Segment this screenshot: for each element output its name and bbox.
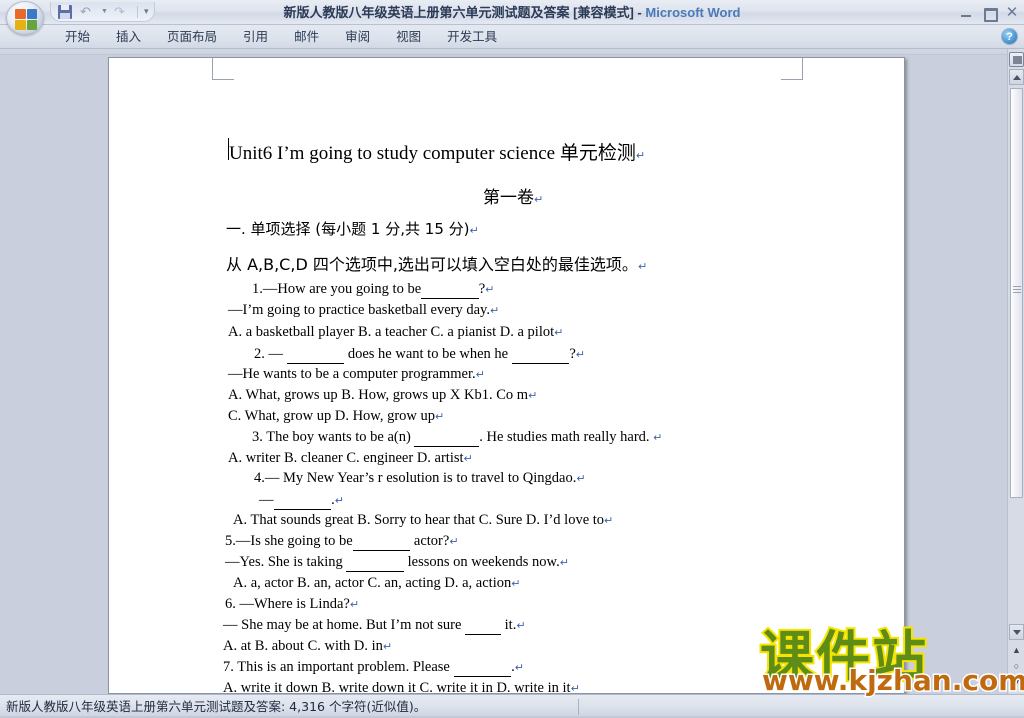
document-line: A. writer B. cleaner C. engineer D. arti… [228, 450, 473, 466]
select-browse-object-icon[interactable] [1009, 52, 1024, 67]
office-logo-icon [15, 9, 37, 30]
paragraph-mark-icon: ↵ [635, 149, 646, 162]
document-line: A. a basketball player B. a teacher C. a… [228, 324, 564, 340]
window-title: 新版人教版八年级英语上册第六单元测试题及答案 [兼容模式] - Microsof… [0, 0, 1024, 25]
document-text-body[interactable]: Unit6 I’m going to study computer scienc… [109, 58, 904, 694]
tab-mailings[interactable]: 邮件 [281, 25, 332, 49]
document-line: 5.—Is she going to be actor?↵ [225, 533, 459, 551]
paragraph-mark-icon: ↵ [514, 661, 524, 674]
tab-insert[interactable]: 插入 [103, 25, 154, 49]
tab-home[interactable]: 开始 [52, 25, 103, 49]
title-bar: ↶ ▼ ↷ ▾ 新版人教版八年级英语上册第六单元测试题及答案 [兼容模式] - … [0, 0, 1024, 35]
document-line: A. a, actor B. an, actor C. an, acting D… [233, 575, 521, 591]
document-line: A. write it down B. write down it C. wri… [223, 680, 580, 694]
scroll-up-button[interactable] [1009, 69, 1024, 85]
previous-page-icon[interactable]: ▲ [1009, 643, 1024, 658]
browse-object-circle-icon[interactable]: ○ [1009, 659, 1024, 674]
paragraph-mark-icon: ↵ [576, 472, 586, 485]
paragraph-mark-icon: ↵ [463, 452, 473, 465]
paragraph-mark-icon: ↵ [489, 304, 500, 317]
document-page[interactable]: Unit6 I’m going to study computer scienc… [108, 57, 905, 694]
status-bar: 新版人教版八年级英语上册第六单元测试题及答案: 4,316 个字符(近似值)。 [0, 694, 1024, 718]
document-line: 一. 单项选择 (每小题 1 分,共 15 分)↵ [226, 220, 479, 238]
tab-view[interactable]: 视图 [383, 25, 434, 49]
scrollbar-thumb[interactable] [1010, 88, 1023, 498]
office-button[interactable] [6, 1, 44, 35]
tab-developer[interactable]: 开发工具 [434, 25, 510, 49]
paragraph-mark-icon: ↵ [570, 682, 580, 694]
document-line: —He wants to be a computer programmer.↵ [228, 366, 485, 382]
paragraph-mark-icon: ↵ [511, 577, 521, 590]
paragraph-mark-icon: ↵ [554, 326, 564, 339]
status-bar-divider [578, 699, 579, 715]
window-controls: ✕ [958, 0, 1020, 25]
minimize-button[interactable] [958, 5, 974, 21]
restore-button[interactable] [981, 5, 998, 22]
workspace-top-strip [0, 49, 1024, 55]
answer-blank [465, 617, 502, 635]
document-line: 3. The boy wants to be a(n) . He studies… [252, 429, 663, 447]
document-line: 2. — does he want to be when he ?↵ [254, 346, 585, 364]
paragraph-mark-icon: ↵ [534, 193, 544, 206]
scrollbar-grip-icon [1013, 286, 1021, 294]
window-title-separator: - [633, 5, 646, 20]
paragraph-mark-icon: ↵ [334, 494, 344, 507]
document-line: 6. —Where is Linda?↵ [225, 596, 360, 612]
paragraph-mark-icon: ↵ [604, 514, 614, 527]
document-line: — She may be at home. But I’m not sure i… [223, 617, 526, 635]
vertical-scrollbar[interactable]: ▲ ○ ▼ [1007, 49, 1024, 694]
ribbon-tab-bar: 开始 插入 页面布局 引用 邮件 审阅 视图 开发工具 ? [0, 25, 1024, 49]
tab-review[interactable]: 审阅 [332, 25, 383, 49]
answer-blank [352, 533, 411, 551]
tab-references[interactable]: 引用 [230, 25, 281, 49]
answer-blank [414, 429, 480, 447]
window-title-app: Microsoft Word [645, 5, 741, 20]
document-line: —I’m going to practice basketball every … [228, 302, 500, 318]
answer-blank [421, 281, 479, 299]
document-line: 7. This is an important problem. Please … [223, 659, 524, 677]
paragraph-mark-icon: ↵ [575, 348, 585, 361]
paragraph-mark-icon: ↵ [382, 640, 393, 653]
answer-blank [453, 659, 512, 677]
answer-blank [273, 492, 332, 510]
paragraph-mark-icon: ↵ [475, 368, 485, 381]
document-line: 4.— My New Year’s r esolution is to trav… [254, 470, 586, 486]
paragraph-mark-icon: ↵ [559, 556, 569, 569]
help-icon[interactable]: ? [1001, 28, 1018, 45]
paragraph-mark-icon: ↵ [516, 619, 526, 632]
answer-blank [511, 346, 570, 364]
document-line: 1.—How are you going to be ?↵ [252, 281, 495, 299]
next-page-icon[interactable]: ▼ [1009, 675, 1024, 690]
document-line: C. What, grow up D. How, grow up↵ [228, 408, 445, 424]
paragraph-mark-icon: ↵ [349, 598, 360, 611]
paragraph-mark-icon: ↵ [469, 224, 479, 237]
status-bar-text: 新版人教版八年级英语上册第六单元测试题及答案: 4,316 个字符(近似值)。 [6, 699, 427, 714]
document-line: A. That sounds great B. Sorry to hear th… [233, 512, 614, 528]
paragraph-mark-icon: ↵ [435, 410, 445, 423]
word-application-window: ↶ ▼ ↷ ▾ 新版人教版八年级英语上册第六单元测试题及答案 [兼容模式] - … [0, 0, 1024, 718]
document-line: — .↵ [259, 492, 344, 510]
paragraph-mark-icon: ↵ [449, 535, 459, 548]
paragraph-mark-icon: ↵ [653, 431, 663, 444]
answer-blank [286, 346, 345, 364]
paragraph-mark-icon: ↵ [485, 283, 495, 296]
tab-page-layout[interactable]: 页面布局 [154, 25, 230, 49]
scroll-down-button[interactable] [1009, 624, 1024, 640]
answer-blank [346, 554, 404, 572]
document-line: 第一卷↵ [483, 188, 544, 208]
document-workspace: Unit6 I’m going to study computer scienc… [0, 49, 1024, 694]
close-button[interactable]: ✕ [1004, 4, 1020, 21]
paragraph-mark-icon: ↵ [637, 260, 648, 273]
document-line: A. What, grows up B. How, grows up X Kb1… [228, 387, 538, 403]
paragraph-mark-icon: ↵ [528, 389, 538, 402]
ribbon-tabs: 开始 插入 页面布局 引用 邮件 审阅 视图 开发工具 [52, 25, 510, 49]
document-line: Unit6 I’m going to study computer scienc… [229, 143, 646, 164]
window-title-document: 新版人教版八年级英语上册第六单元测试题及答案 [兼容模式] [283, 5, 634, 20]
document-line: —Yes. She is taking lessons on weekends … [225, 554, 569, 572]
document-line: A. at B. about C. with D. in↵ [223, 638, 393, 654]
document-line: 从 A,B,C,D 四个选项中,选出可以填入空白处的最佳选项。↵ [226, 255, 648, 274]
